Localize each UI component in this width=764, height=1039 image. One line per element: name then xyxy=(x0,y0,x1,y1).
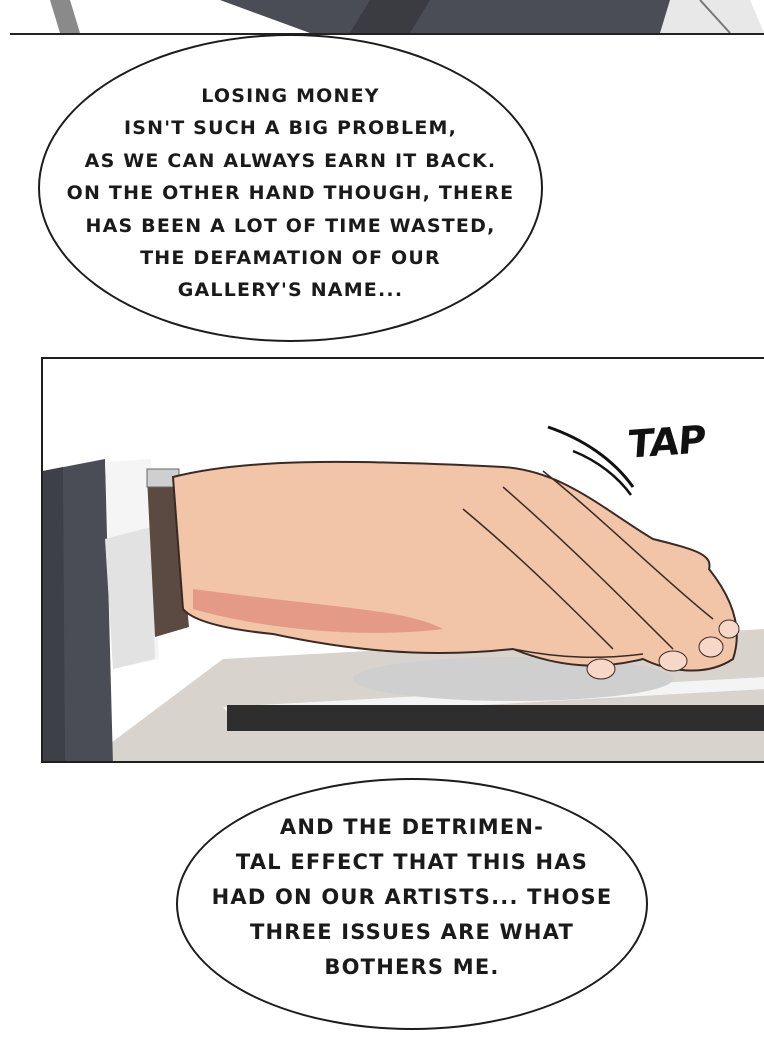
bubble-line: LOSING MONEY xyxy=(201,85,380,107)
bubble-line: GALLERY'S NAME... xyxy=(177,279,404,302)
speech-bubble-bottom: AND THE DETRIMEN- TAL EFFECT THAT THIS H… xyxy=(176,778,648,1030)
bubble-line: HAS BEEN A LOT OF TIME WASTED, xyxy=(85,214,496,237)
sfx-tap: TAP xyxy=(626,417,707,467)
bubble-line: ON THE OTHER HAND THOUGH, THERE xyxy=(66,182,515,205)
bubble-line: THREE ISSUES ARE WHAT xyxy=(250,920,574,944)
bubble-line: HAD ON OUR ARTISTS... THOSE xyxy=(211,885,613,909)
speech-bubble-top: LOSING MONEY ISN'T SUCH A BIG PROBLEM, A… xyxy=(38,34,543,342)
bubble-line: TAL EFFECT THAT THIS HAS xyxy=(235,850,589,874)
bubble-line: AS WE CAN ALWAYS EARN IT BACK. xyxy=(84,149,497,172)
bubble-line: AND THE DETRIMEN- xyxy=(279,815,545,839)
speech-bubble-top-text: LOSING MONEY ISN'T SUCH A BIG PROBLEM, A… xyxy=(40,80,541,307)
bubble-line: THE DEFAMATION OF OUR xyxy=(140,247,441,270)
suit-fragment-illustration xyxy=(50,0,764,33)
hand-illustration xyxy=(43,425,764,761)
speech-bubble-bottom-text: AND THE DETRIMEN- TAL EFFECT THAT THIS H… xyxy=(178,810,646,985)
hand-tapping-panel xyxy=(41,357,764,763)
bubble-line: BOTHERS ME. xyxy=(324,955,500,979)
top-panel-fragment xyxy=(10,0,764,35)
bubble-line: ISN'T SUCH A BIG PROBLEM, xyxy=(123,117,458,140)
